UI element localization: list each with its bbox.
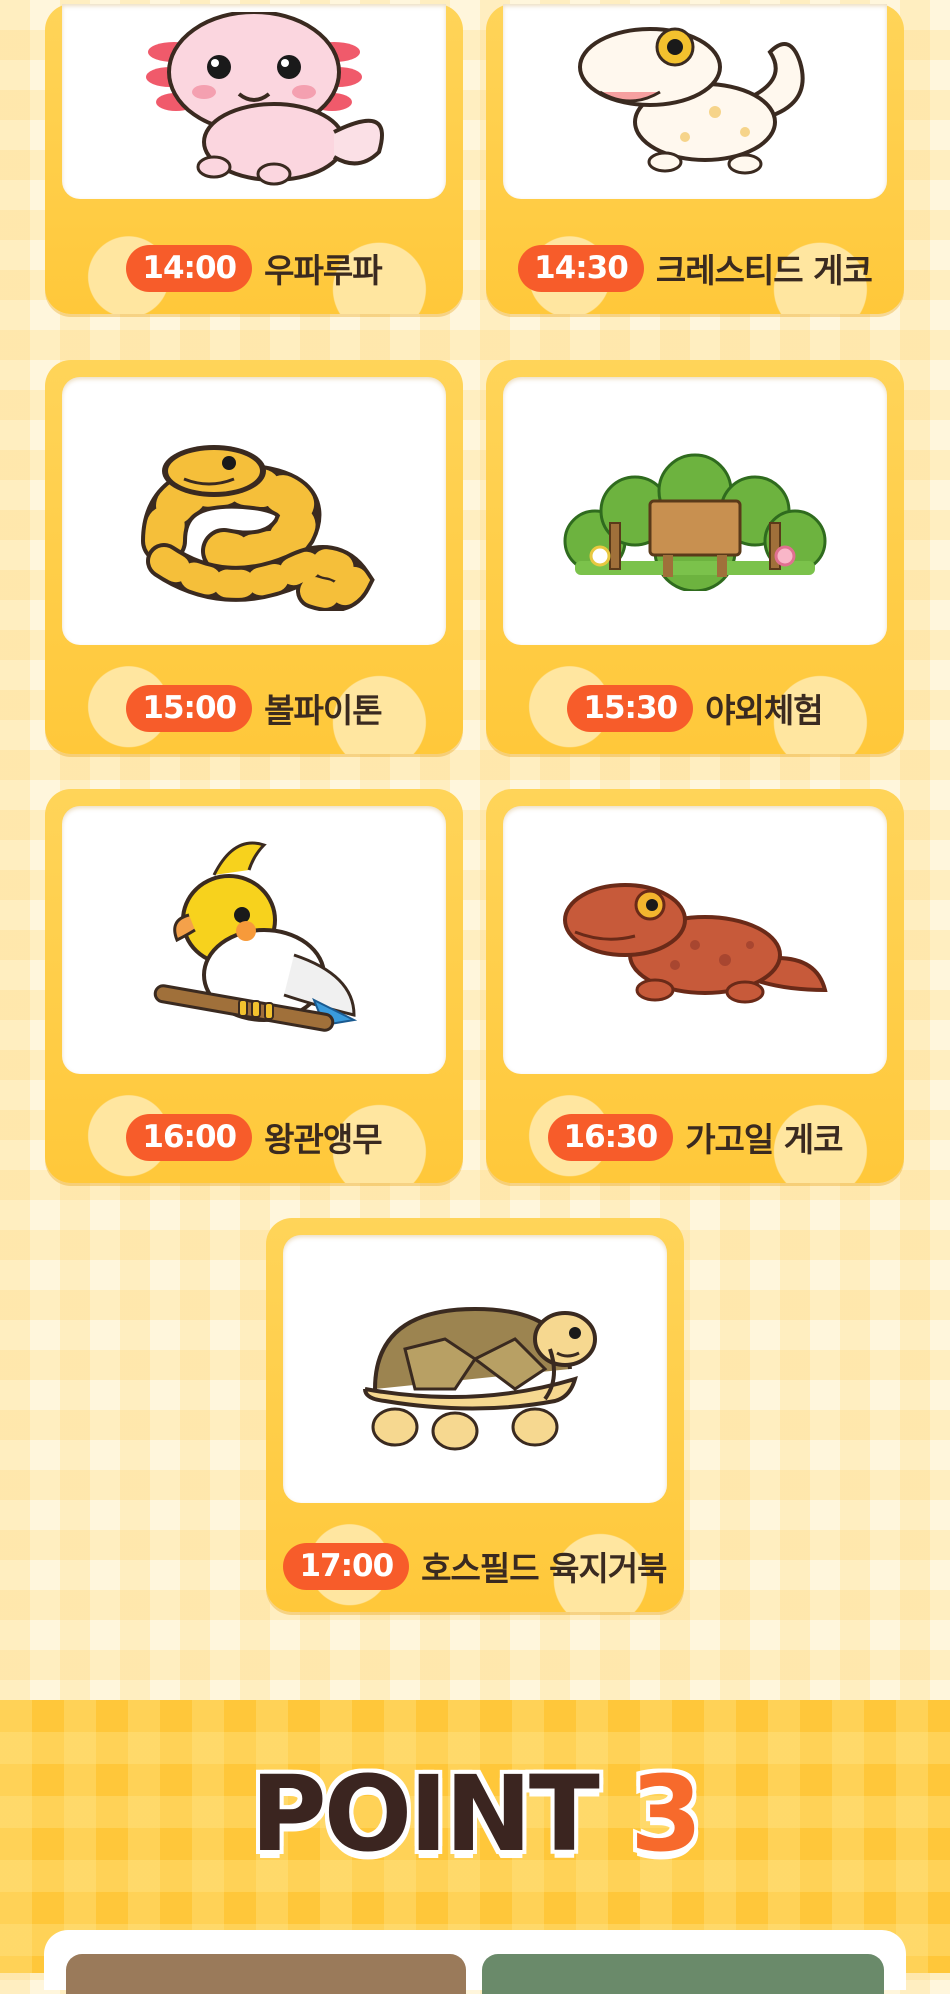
time-badge: 15:30	[567, 684, 694, 732]
program-name: 호스필드 육지거북	[421, 1549, 667, 1588]
photo-panel	[44, 1930, 906, 1994]
axolotl-image	[62, 4, 446, 199]
photo-left	[66, 1954, 466, 1994]
tortoise-icon	[363, 1306, 597, 1451]
tortoise-image	[283, 1235, 667, 1503]
ball-python-icon	[141, 445, 375, 611]
time-badge: 14:30	[518, 244, 644, 292]
photo-right	[482, 1954, 884, 1994]
program-name: 우파루파	[264, 251, 382, 290]
cockatiel-icon	[153, 841, 358, 1032]
axolotl-icon	[146, 11, 384, 185]
schedule-card-gargoyle-gecko: 16:30 가고일 게코	[486, 789, 904, 1183]
outdoor-sign-icon	[563, 453, 827, 591]
outdoor-image	[503, 377, 887, 645]
schedule-label: 16:30 가고일 게코	[486, 1113, 904, 1161]
point-number: 3	[630, 1753, 702, 1875]
program-name: 왕관앵무	[264, 1120, 382, 1159]
schedule-card-ball-python: 15:00 볼파이톤	[45, 360, 463, 754]
program-name: 야외체험	[705, 691, 823, 730]
schedule-label: 16:00 왕관앵무	[45, 1113, 463, 1161]
schedule-card-tortoise: 17:00 호스필드 육지거북	[266, 1218, 684, 1612]
schedule-label: 15:00 볼파이톤	[45, 684, 463, 732]
time-badge: 16:00	[126, 1113, 253, 1161]
schedule-label: 17:00 호스필드 육지거북	[266, 1542, 684, 1590]
point-word: POINT	[250, 1753, 600, 1875]
schedule-label: 14:30 크레스티드 게코	[486, 244, 904, 292]
schedule-label: 15:30 야외체험	[486, 684, 904, 732]
gargoyle-gecko-icon	[563, 883, 828, 1004]
time-badge: 15:00	[126, 684, 253, 732]
schedule-card-axolotl: 14:00 우파루파	[45, 4, 463, 314]
schedule-label: 14:00 우파루파	[45, 244, 463, 292]
program-name: 볼파이톤	[264, 691, 382, 730]
schedule-card-cockatiel: 16:00 왕관앵무	[45, 789, 463, 1183]
time-badge: 16:30	[547, 1113, 674, 1161]
gargoyle-gecko-image	[503, 806, 887, 1074]
time-badge: 14:00	[126, 244, 253, 292]
crested-gecko-icon	[578, 26, 805, 174]
point-heading: POINT 3	[0, 1762, 950, 1866]
program-name: 가고일 게코	[685, 1120, 843, 1159]
crested-gecko-image	[503, 4, 887, 199]
program-name: 크레스티드 게코	[655, 251, 873, 290]
cockatiel-image	[62, 806, 446, 1074]
schedule-card-crested-gecko: 14:30 크레스티드 게코	[486, 4, 904, 314]
schedule-card-outdoor: 15:30 야외체험	[486, 360, 904, 754]
time-badge: 17:00	[283, 1542, 410, 1590]
ball-python-image	[62, 377, 446, 645]
